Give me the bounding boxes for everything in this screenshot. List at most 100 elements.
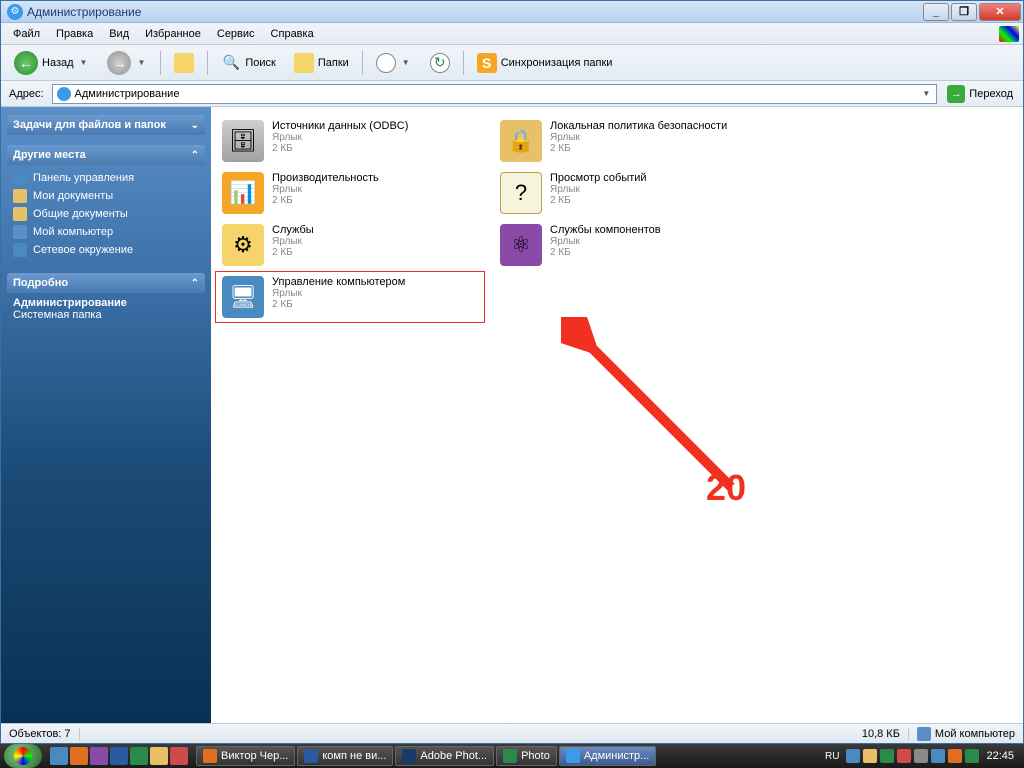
sync-icon: S: [477, 53, 497, 73]
refresh-icon: ↻: [430, 53, 450, 73]
folders-icon: [294, 53, 314, 73]
forward-button[interactable]: →▼: [100, 48, 154, 78]
chevron-down-icon[interactable]: ▼: [135, 58, 147, 67]
tray-icon[interactable]: [948, 749, 962, 763]
file-size: 2 КБ: [272, 143, 408, 154]
back-button[interactable]: ←Назад▼: [7, 48, 96, 78]
window-title: Администрирование: [27, 5, 921, 19]
folder-up-icon: [174, 53, 194, 73]
file-size: 2 КБ: [272, 299, 405, 310]
file-item[interactable]: ⚙ Службы Ярлык 2 КБ: [215, 219, 485, 271]
places-panel: Другие места⌃ Панель управления Мои доку…: [7, 145, 205, 263]
file-icon: 📊: [222, 172, 264, 214]
chevron-up-icon: ⌃: [191, 150, 199, 161]
go-arrow-icon: →: [947, 85, 965, 103]
menu-edit[interactable]: Правка: [48, 26, 101, 42]
taskbar-task[interactable]: Виктор Чер...: [196, 746, 295, 766]
file-item[interactable]: 📊 Производительность Ярлык 2 КБ: [215, 167, 485, 219]
menu-file[interactable]: Файл: [5, 26, 48, 42]
places-header[interactable]: Другие места⌃: [7, 145, 205, 165]
status-objects: Объектов: 7: [1, 728, 80, 740]
file-icon: ?: [500, 172, 542, 214]
menu-tools[interactable]: Сервис: [209, 26, 263, 42]
file-type: Ярлык: [272, 184, 379, 195]
task-icon: [402, 749, 416, 763]
sync-button[interactable]: SСинхронизация папки: [470, 50, 620, 76]
chevron-down-icon[interactable]: ▼: [400, 58, 412, 67]
details-panel: Подробно⌃ Администрирование Системная па…: [7, 273, 205, 325]
sidebar-item-control-panel[interactable]: Панель управления: [13, 169, 199, 187]
tray-icon[interactable]: [897, 749, 911, 763]
app-icon: ⚙: [7, 4, 23, 20]
documents-icon: [13, 189, 27, 203]
titlebar[interactable]: ⚙ Администрирование _ ❐ ✕: [1, 1, 1023, 23]
system-tray: RU 22:45: [815, 749, 1024, 763]
sidebar-item-my-documents[interactable]: Мои документы: [13, 187, 199, 205]
file-type: Ярлык: [272, 288, 405, 299]
sidebar-item-network[interactable]: Сетевое окружение: [13, 241, 199, 259]
refresh-button[interactable]: ↻: [423, 50, 457, 76]
tray-icon[interactable]: [880, 749, 894, 763]
start-button[interactable]: [4, 744, 42, 768]
quick-launch-item[interactable]: [90, 747, 108, 765]
quick-launch-item[interactable]: [70, 747, 88, 765]
go-button[interactable]: → Переход: [941, 83, 1019, 105]
file-item[interactable]: ⚛ Службы компонентов Ярлык 2 КБ: [493, 219, 763, 271]
taskbar-task[interactable]: комп не ви...: [297, 746, 393, 766]
taskbar-tasks: Виктор Чер...комп не ви...Adobe Phot...P…: [192, 746, 815, 766]
file-item[interactable]: 🔒 Локальная политика безопасности Ярлык …: [493, 115, 763, 167]
menu-help[interactable]: Справка: [263, 26, 322, 42]
close-button[interactable]: ✕: [979, 3, 1021, 21]
my-computer-icon: [13, 225, 27, 239]
my-computer-icon: [917, 727, 931, 741]
details-header[interactable]: Подробно⌃: [7, 273, 205, 293]
tray-icon[interactable]: [863, 749, 877, 763]
taskbar-task[interactable]: Администр...: [559, 746, 657, 766]
sidebar-item-shared-documents[interactable]: Общие документы: [13, 205, 199, 223]
quick-launch-item[interactable]: [110, 747, 128, 765]
maximize-button[interactable]: ❐: [951, 3, 977, 21]
quick-launch-item[interactable]: [130, 747, 148, 765]
status-location: Мой компьютер: [909, 727, 1023, 741]
minimize-button[interactable]: _: [923, 3, 949, 21]
toolbar: ←Назад▼ →▼ 🔍Поиск Папки ▦▼ ↻ SСинхрониза…: [1, 45, 1023, 81]
language-indicator[interactable]: RU: [821, 751, 843, 762]
file-item[interactable]: ? Просмотр событий Ярлык 2 КБ: [493, 167, 763, 219]
windows-flag-icon[interactable]: [999, 26, 1019, 42]
tray-icon[interactable]: [914, 749, 928, 763]
quick-launch-item[interactable]: [50, 747, 68, 765]
file-name: Локальная политика безопасности: [550, 120, 727, 132]
file-icon: ⚛: [500, 224, 542, 266]
menu-view[interactable]: Вид: [101, 26, 137, 42]
search-button[interactable]: 🔍Поиск: [214, 50, 282, 76]
views-button[interactable]: ▦▼: [369, 50, 419, 76]
file-item[interactable]: 🖥 Управление компьютером Ярлык 2 КБ: [215, 271, 485, 323]
address-value: Администрирование: [75, 88, 180, 100]
chevron-up-icon: ⌃: [191, 278, 199, 289]
quick-launch-item[interactable]: [150, 747, 168, 765]
taskbar-task[interactable]: Photo: [496, 746, 557, 766]
tray-icon[interactable]: [846, 749, 860, 763]
file-type: Ярлык: [550, 236, 661, 247]
clock[interactable]: 22:45: [982, 750, 1018, 762]
sidebar: Задачи для файлов и папок⌄ Другие места⌃…: [1, 107, 211, 723]
chevron-down-icon[interactable]: ▼: [78, 58, 90, 67]
tasks-header[interactable]: Задачи для файлов и папок⌄: [7, 115, 205, 135]
taskbar-task[interactable]: Adobe Phot...: [395, 746, 494, 766]
tray-icon[interactable]: [931, 749, 945, 763]
chevron-down-icon[interactable]: ▼: [920, 89, 932, 98]
details-name: Администрирование: [13, 297, 199, 309]
folders-button[interactable]: Папки: [287, 50, 356, 76]
shared-documents-icon: [13, 207, 27, 221]
file-type: Ярлык: [550, 184, 647, 195]
body: Задачи для файлов и папок⌄ Другие места⌃…: [1, 107, 1023, 723]
quick-launch-item[interactable]: [170, 747, 188, 765]
file-item[interactable]: 🗄 Источники данных (ODBC) Ярлык 2 КБ: [215, 115, 485, 167]
sidebar-item-my-computer[interactable]: Мой компьютер: [13, 223, 199, 241]
address-field[interactable]: Администрирование ▼: [52, 84, 938, 104]
file-size: 2 КБ: [272, 195, 379, 206]
tray-icon[interactable]: [965, 749, 979, 763]
up-button[interactable]: [167, 50, 201, 76]
content-area[interactable]: 🗄 Источники данных (ODBC) Ярлык 2 КБ 🔒 Л…: [211, 107, 1023, 723]
menu-favorites[interactable]: Избранное: [137, 26, 209, 42]
